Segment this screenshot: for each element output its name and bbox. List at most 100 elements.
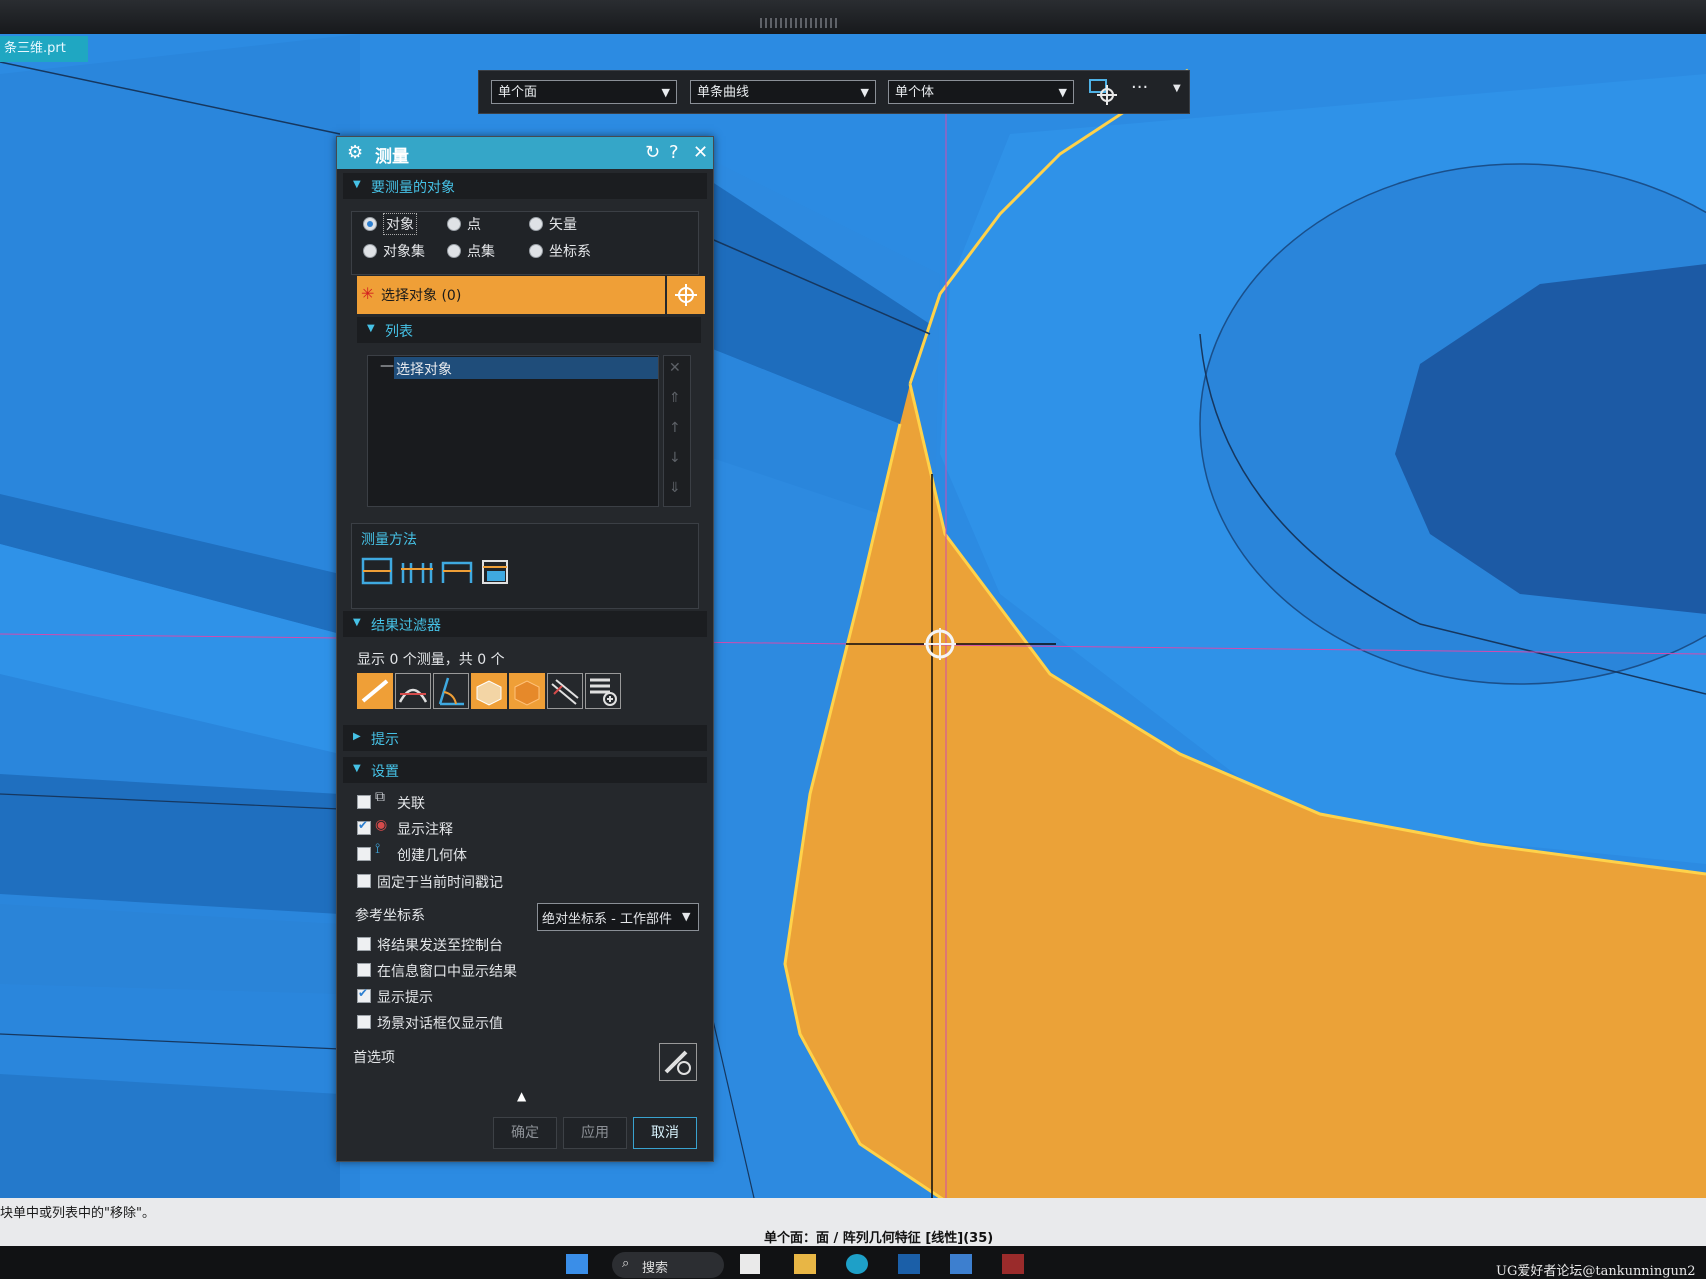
result-count: 显示 0 个测量，共 0 个 <box>357 652 505 668</box>
ref-csys-select[interactable]: 绝对坐标系 - 工作部件 ▼ <box>537 903 699 931</box>
body-rule-combo[interactable]: 单个体 ▼ <box>888 80 1074 104</box>
ref-csys-label: 参考坐标系 <box>355 908 425 924</box>
cube-icon <box>476 680 502 706</box>
status-selection: 单个面：面 / 阵列几何特征 [线性](35) <box>764 1231 994 1246</box>
section-list-header[interactable]: ▼ 列表 <box>357 317 701 343</box>
geometry-icon: ⟟ <box>375 841 381 857</box>
object-list[interactable]: — 选择对象 <box>367 355 659 507</box>
radio-object[interactable] <box>363 217 377 231</box>
chk-associate[interactable] <box>357 795 371 809</box>
file-tab[interactable]: 条三维.prt <box>0 36 88 62</box>
chk-scene-values-label: 场景对话框仅显示值 <box>377 1016 503 1032</box>
cancel-button[interactable]: 取消 <box>633 1117 697 1149</box>
chevron-down-icon: ▼ <box>367 323 375 334</box>
area-method-icon <box>482 560 508 584</box>
app-icon-2[interactable] <box>1002 1254 1024 1274</box>
filter-angle-button[interactable] <box>433 673 469 709</box>
filter-arc-button[interactable] <box>395 673 431 709</box>
app-icon[interactable] <box>898 1254 920 1274</box>
radio-vector[interactable] <box>529 217 543 231</box>
crosshair-icon <box>675 284 697 306</box>
filter-distance-button[interactable] <box>357 673 393 709</box>
list-item-label: 选择对象 <box>396 362 452 378</box>
move-up-icon[interactable]: ↑ <box>669 420 681 436</box>
remove-icon[interactable]: ✕ <box>669 360 681 376</box>
help-icon[interactable]: ? <box>669 142 679 163</box>
preferences-button[interactable] <box>659 1043 697 1081</box>
chk-show-hint-label: 显示提示 <box>377 990 433 1006</box>
close-icon[interactable]: ✕ <box>693 142 708 163</box>
angle-icon <box>438 677 464 706</box>
move-down-icon[interactable]: ↓ <box>669 450 681 466</box>
chk-send-console[interactable] <box>357 937 371 951</box>
ref-csys-value: 绝对坐标系 - 工作部件 <box>542 912 672 927</box>
snap-point-icon[interactable] <box>1087 77 1119 111</box>
chk-info-window-label: 在信息窗口中显示结果 <box>377 964 517 980</box>
chk-fix-timestamp[interactable] <box>357 874 371 888</box>
face-rule-combo[interactable]: 单个面 ▼ <box>491 80 677 104</box>
curve-rule-combo[interactable]: 单条曲线 ▼ <box>690 80 876 104</box>
filter-add-button[interactable] <box>585 673 621 709</box>
chk-create-geometry[interactable] <box>357 847 371 861</box>
chk-scene-values[interactable] <box>357 1015 371 1029</box>
apply-button[interactable]: 应用 <box>563 1117 627 1149</box>
preferences-label: 首选项 <box>353 1050 395 1066</box>
radio-point-set[interactable] <box>447 244 461 258</box>
move-top-icon[interactable]: ⇑ <box>669 390 681 406</box>
radio-vector-label: 矢量 <box>549 217 577 233</box>
associate-icon: ⧉ <box>375 789 385 805</box>
chevron-right-icon: ▶ <box>353 731 361 742</box>
taskbar: 单个面：面 / 阵列几何特征 [线性](35) ⌕ 搜索 UG爱好者论坛@tan… <box>0 1224 1706 1279</box>
more-icon[interactable]: ··· <box>1131 77 1148 98</box>
section-objects-header[interactable]: ▼ 要测量的对象 <box>343 173 707 199</box>
ok-button[interactable]: 确定 <box>493 1117 557 1149</box>
chk-create-geometry-label: 创建几何体 <box>397 848 467 864</box>
radio-csys-label: 坐标系 <box>549 244 591 260</box>
status-bar: 块单中或列表中的"移除"。 <box>0 1198 1706 1224</box>
filter-clearance-button[interactable] <box>547 673 583 709</box>
select-object-row[interactable]: ✳ 选择对象 (0) <box>357 276 665 314</box>
folder-icon[interactable] <box>794 1254 816 1274</box>
chk-show-hint[interactable] <box>357 986 371 1003</box>
viewport-scene <box>0 34 1706 1224</box>
chevron-down-icon[interactable]: ▼ <box>1173 83 1181 94</box>
list-action-column: ✕ ⇑ ↑ ↓ ⇓ <box>663 355 691 507</box>
nx-icon[interactable] <box>950 1254 972 1274</box>
task-view-icon[interactable] <box>740 1254 760 1274</box>
selection-bar: 单个面 ▼ 单条曲线 ▼ 单个体 ▼ ··· ▼ <box>478 70 1190 114</box>
chk-associate-label: 关联 <box>397 796 425 812</box>
chk-info-window[interactable] <box>357 963 371 977</box>
browser-icon[interactable] <box>846 1254 868 1274</box>
radio-csys[interactable] <box>529 244 543 258</box>
chevron-down-icon: ▼ <box>661 86 670 99</box>
ruler-icon <box>361 679 389 703</box>
radio-point[interactable] <box>447 217 461 231</box>
chevron-down-icon: ▼ <box>860 86 869 99</box>
radio-point-label: 点 <box>467 217 481 233</box>
graphics-viewport[interactable] <box>0 34 1706 1224</box>
multi-distance-icon <box>401 563 433 583</box>
dialog-title-bar[interactable]: ⚙ 测量 ↻ ? ✕ <box>337 137 713 169</box>
radio-object-set[interactable] <box>363 244 377 258</box>
filter-volume-button[interactable] <box>509 673 545 709</box>
watermark: UG爱好者论坛@tankunningun2 <box>1496 1264 1696 1279</box>
face-rule-label: 单个面 <box>498 85 538 100</box>
search-box[interactable]: ⌕ 搜索 <box>612 1252 724 1278</box>
point-dialog-button[interactable] <box>667 276 705 314</box>
reset-icon[interactable]: ↻ <box>645 142 660 163</box>
filter-area-button[interactable] <box>471 673 507 709</box>
required-star-icon: ✳ <box>361 284 375 303</box>
section-result-filter-header[interactable]: ▼ 结果过滤器 <box>343 611 707 637</box>
list-item[interactable]: — 选择对象 <box>368 356 658 380</box>
section-settings-header[interactable]: ▼ 设置 <box>343 757 707 783</box>
start-icon[interactable] <box>566 1254 588 1274</box>
move-bottom-icon[interactable]: ⇓ <box>669 480 681 496</box>
grip-handle <box>760 18 840 28</box>
chevron-down-icon: ▼ <box>353 617 361 628</box>
chk-show-annotation[interactable] <box>357 818 371 835</box>
collapse-up-icon[interactable]: ▲ <box>517 1089 526 1103</box>
solid-cube-icon <box>514 680 540 706</box>
chevron-down-icon: ▼ <box>1058 86 1067 99</box>
gear-icon: ⚙ <box>347 142 364 163</box>
section-hint-header[interactable]: ▶ 提示 <box>343 725 707 751</box>
